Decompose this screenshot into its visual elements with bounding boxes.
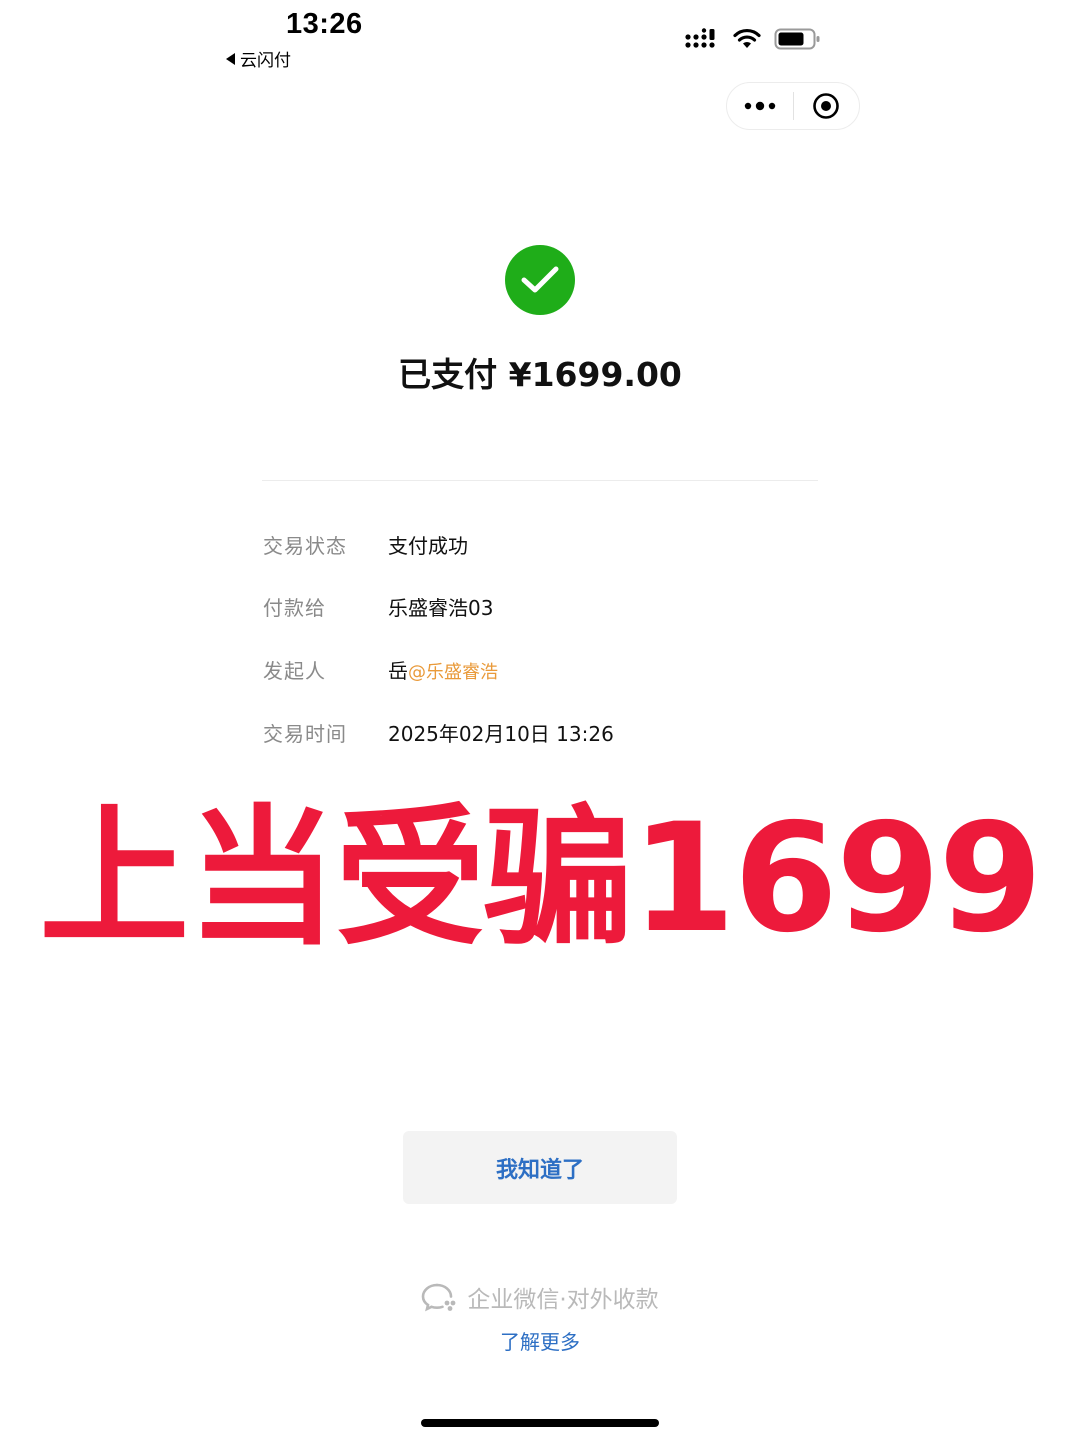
brand-line: 企业微信·对外收款	[0, 1280, 1080, 1314]
home-indicator[interactable]	[421, 1419, 659, 1427]
status-icons	[684, 24, 822, 54]
detail-label: 交易状态	[263, 533, 347, 558]
paid-label: 已支付	[398, 355, 498, 394]
brand-text: 企业微信·对外收款	[467, 1287, 659, 1313]
detail-value-initiator: 岳@乐盛睿浩	[388, 655, 498, 684]
initiator-company-tag: @乐盛睿浩	[408, 661, 498, 683]
wecom-logo-icon	[422, 1283, 456, 1312]
got-it-button[interactable]: 我知道了	[403, 1131, 677, 1204]
battery-icon	[774, 28, 820, 50]
paid-amount-heading: 已支付 ¥1699.00	[0, 348, 1080, 396]
detail-value: 支付成功	[388, 533, 468, 558]
paid-amount: ¥1699.00	[508, 355, 682, 394]
detail-row-time: 交易时间 2025年02月10日 13:26	[263, 717, 614, 747]
miniprogram-capsule	[726, 82, 860, 130]
target-close-icon	[813, 93, 840, 119]
divider	[262, 480, 818, 481]
detail-value: 2025年02月10日 13:26	[388, 721, 614, 746]
more-dots-icon	[744, 101, 775, 111]
capsule-close-button[interactable]	[794, 83, 860, 129]
back-app-label: 云闪付	[240, 51, 291, 71]
detail-row-status: 交易状态 支付成功	[263, 529, 468, 559]
detail-row-payee: 付款给 乐盛睿浩03	[263, 591, 493, 621]
back-arrow-icon	[226, 52, 235, 65]
success-check-badge	[505, 245, 575, 315]
detail-value: 乐盛睿浩03	[388, 595, 494, 620]
detail-label: 付款给	[263, 595, 326, 620]
detail-label: 交易时间	[263, 721, 347, 746]
check-icon	[521, 266, 559, 293]
wifi-icon	[733, 28, 761, 48]
cellular-signal-icon	[685, 28, 715, 48]
status-time: 13:26	[286, 8, 363, 40]
initiator-name: 岳	[388, 658, 408, 683]
overlay-caption: 上当受骗1699	[39, 791, 1042, 966]
learn-more-link[interactable]: 了解更多	[0, 1326, 1080, 1355]
back-to-app-link[interactable]: 云闪付	[226, 46, 291, 71]
capsule-menu-button[interactable]	[727, 83, 793, 129]
detail-row-initiator: 发起人 岳@乐盛睿浩	[263, 654, 498, 684]
detail-label: 发起人	[263, 658, 326, 683]
